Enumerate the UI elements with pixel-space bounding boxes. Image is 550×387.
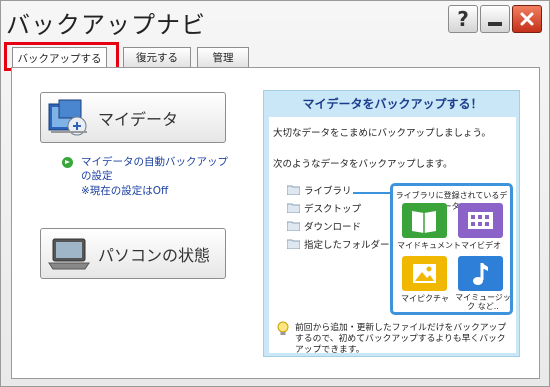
help-button[interactable]: ?: [448, 5, 478, 33]
auto-backup-link[interactable]: マイデータの自動バックアップの設定: [81, 155, 231, 183]
folder-label: ライブラリ: [304, 186, 352, 197]
connector-line: [353, 192, 393, 194]
folder-icon: [287, 221, 300, 231]
book-icon: [412, 211, 436, 233]
info-body: 大切なデータをこまめにバックアップしましょう。 次のようなデータをバックアップし…: [269, 117, 516, 355]
pc-state-button[interactable]: パソコンの状態: [40, 228, 226, 279]
picture-icon: [413, 264, 436, 283]
pc-state-button-label: パソコンの状態: [98, 246, 211, 265]
library-box: ライブラリに登録されているデータ マイドキュメント マイビデオ マイピクチャ マ…: [390, 183, 513, 315]
my-pictures-label: マイピクチャ: [401, 294, 449, 303]
my-documents-tile: [402, 203, 447, 238]
mydata-button[interactable]: マイデータ: [40, 92, 226, 143]
my-music-tile: [458, 256, 503, 291]
tab-restore[interactable]: 復元する: [123, 47, 191, 67]
tab-manage-label: 管理: [212, 52, 234, 64]
current-setting-text: ※現在の設定はOff: [81, 185, 169, 197]
info-text-2: 次のようなデータをバックアップします。: [273, 159, 453, 170]
folder-icon: [287, 185, 300, 195]
folder-label: デスクトップ: [304, 204, 362, 215]
info-text-1: 大切なデータをこまめにバックアップしましょう。: [273, 128, 491, 139]
help-icon: ?: [457, 7, 469, 31]
info-panel: マイデータをバックアップする！ 大切なデータをこまめにバックアップしましょう。 …: [263, 90, 520, 357]
laptop-icon: [48, 238, 90, 270]
my-video-tile: [458, 203, 503, 238]
mydata-icon: [48, 99, 87, 136]
folder-label: 指定したフォルダー: [304, 240, 390, 251]
mydata-button-label: マイデータ: [98, 110, 179, 129]
close-icon: [520, 12, 534, 26]
my-documents-label: マイドキュメント: [397, 241, 461, 250]
window-title: バックアップナビ: [6, 11, 206, 39]
folder-label: ダウンロード: [304, 222, 362, 233]
tab-manage[interactable]: 管理: [197, 47, 249, 67]
hint-text: 前回から追加・更新したファイルだけをバックアップするので、初めてバックアップする…: [295, 323, 507, 355]
app-window: バックアップナビ ? バックアップする 復元する 管理 マイデータ マイデータの…: [0, 0, 550, 387]
info-title: マイデータをバックアップする！: [302, 97, 483, 111]
my-pictures-tile: [402, 256, 447, 291]
my-video-label: マイビデオ: [461, 241, 501, 250]
lightbulb-icon: [277, 321, 289, 335]
music-note-icon: [473, 263, 488, 285]
close-button[interactable]: [512, 5, 542, 33]
folder-icon: [287, 203, 300, 213]
my-music-label: マイミュージック など..: [455, 293, 511, 311]
tab-restore-label: 復元する: [136, 52, 178, 64]
minimize-button[interactable]: [480, 5, 510, 33]
minimize-icon: [488, 22, 502, 26]
film-icon: [468, 212, 493, 229]
arrow-right-icon: [62, 157, 73, 168]
folder-icon: [287, 239, 300, 249]
